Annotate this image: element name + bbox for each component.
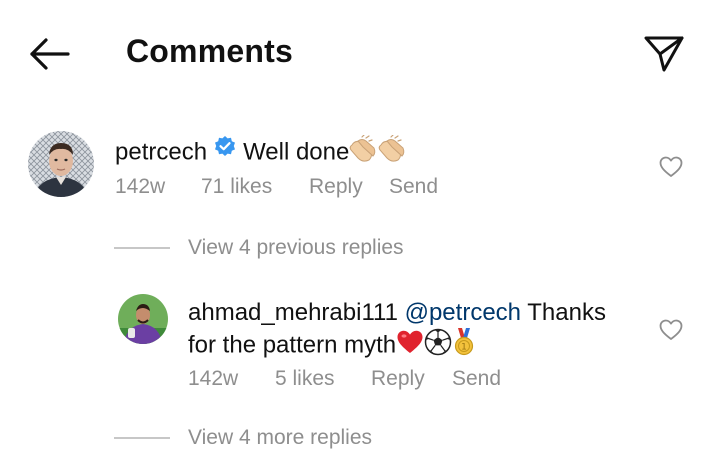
reply-like-button[interactable] bbox=[659, 319, 683, 341]
back-button[interactable] bbox=[28, 36, 72, 72]
clapping-hands-icon bbox=[349, 134, 407, 171]
svg-text:1: 1 bbox=[461, 343, 467, 353]
reply-meta: 142w 5 likes Reply Send bbox=[188, 367, 501, 391]
avatar[interactable] bbox=[28, 131, 94, 197]
reply-avatar[interactable] bbox=[118, 294, 168, 344]
divider-line bbox=[114, 437, 170, 440]
view-more-replies-label: View 4 more replies bbox=[188, 426, 373, 449]
medal-icon: 1 bbox=[452, 327, 476, 365]
reply-time: 142w bbox=[188, 367, 239, 390]
comment-body: Well done bbox=[243, 138, 350, 166]
reply-likes[interactable]: 5 likes bbox=[275, 367, 371, 391]
view-previous-replies[interactable]: View 4 previous replies bbox=[114, 236, 404, 260]
comment-text: petrcech Well done bbox=[115, 134, 407, 171]
arrow-left-icon bbox=[30, 38, 70, 70]
reply-button[interactable]: Reply bbox=[309, 175, 389, 199]
avatar-image bbox=[28, 131, 94, 197]
reply-send-button[interactable]: Send bbox=[452, 367, 501, 391]
reply-reply-button[interactable]: Reply bbox=[371, 367, 452, 391]
heart-emoji-icon bbox=[396, 329, 424, 363]
share-button[interactable] bbox=[642, 34, 686, 74]
send-button[interactable]: Send bbox=[389, 175, 438, 199]
verified-badge-icon bbox=[213, 135, 237, 167]
paper-plane-icon bbox=[644, 36, 684, 72]
view-previous-replies-label: View 4 previous replies bbox=[188, 236, 404, 259]
comment-username[interactable]: petrcech bbox=[115, 138, 207, 165]
reply-body-line-1: Thanks bbox=[527, 299, 606, 326]
soccer-ball-icon bbox=[424, 328, 452, 364]
page-title: Comments bbox=[126, 33, 293, 69]
view-more-replies[interactable]: View 4 more replies bbox=[114, 426, 372, 450]
divider-line bbox=[114, 247, 170, 250]
comment-meta: 142w 71 likes Reply Send bbox=[115, 175, 438, 199]
heart-outline-icon bbox=[659, 156, 683, 177]
comment-time: 142w bbox=[115, 175, 166, 198]
header: Comments bbox=[0, 0, 720, 104]
heart-outline-icon bbox=[659, 319, 683, 340]
reply-mention[interactable]: @petrcech bbox=[405, 299, 521, 326]
reply-text-line-1: ahmad_mehrabi111 @petrcech Thanks bbox=[188, 298, 606, 328]
avatar-image bbox=[118, 294, 168, 344]
reply-username[interactable]: ahmad_mehrabi111 bbox=[188, 299, 398, 326]
reply-body-line-2: for the pattern myth bbox=[188, 331, 397, 359]
reply-text-line-2: for the pattern myth 1 bbox=[188, 327, 476, 365]
comment-likes[interactable]: 71 likes bbox=[201, 175, 309, 199]
like-button[interactable] bbox=[659, 156, 683, 178]
